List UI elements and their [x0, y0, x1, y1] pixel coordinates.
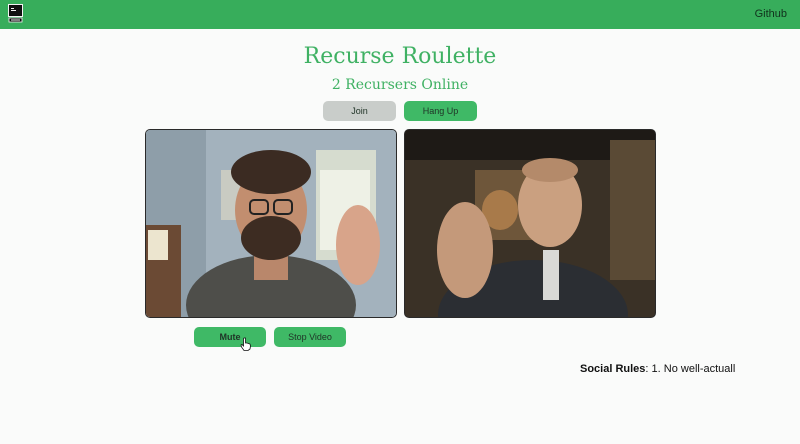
- social-rules-text: : 1. No well-actuall: [645, 363, 736, 375]
- join-button[interactable]: Join: [323, 101, 396, 121]
- local-video: [145, 129, 397, 318]
- stop-video-button[interactable]: Stop Video: [274, 327, 346, 347]
- online-count: 2 Recursers Online: [331, 77, 469, 93]
- mute-button[interactable]: Mute: [194, 327, 266, 347]
- hang-up-button[interactable]: Hang Up: [404, 101, 477, 121]
- top-nav-bar: Github: [0, 0, 800, 29]
- social-rules: Social Rules: 1. No well-actuall: [580, 363, 735, 375]
- github-link[interactable]: Github: [755, 8, 787, 20]
- remote-video: [404, 129, 656, 318]
- computer-terminal-icon[interactable]: [8, 4, 23, 23]
- hand-pointer-icon: [240, 337, 251, 351]
- page-title: Recurse Roulette: [303, 44, 497, 69]
- social-rules-label: Social Rules: [580, 363, 646, 375]
